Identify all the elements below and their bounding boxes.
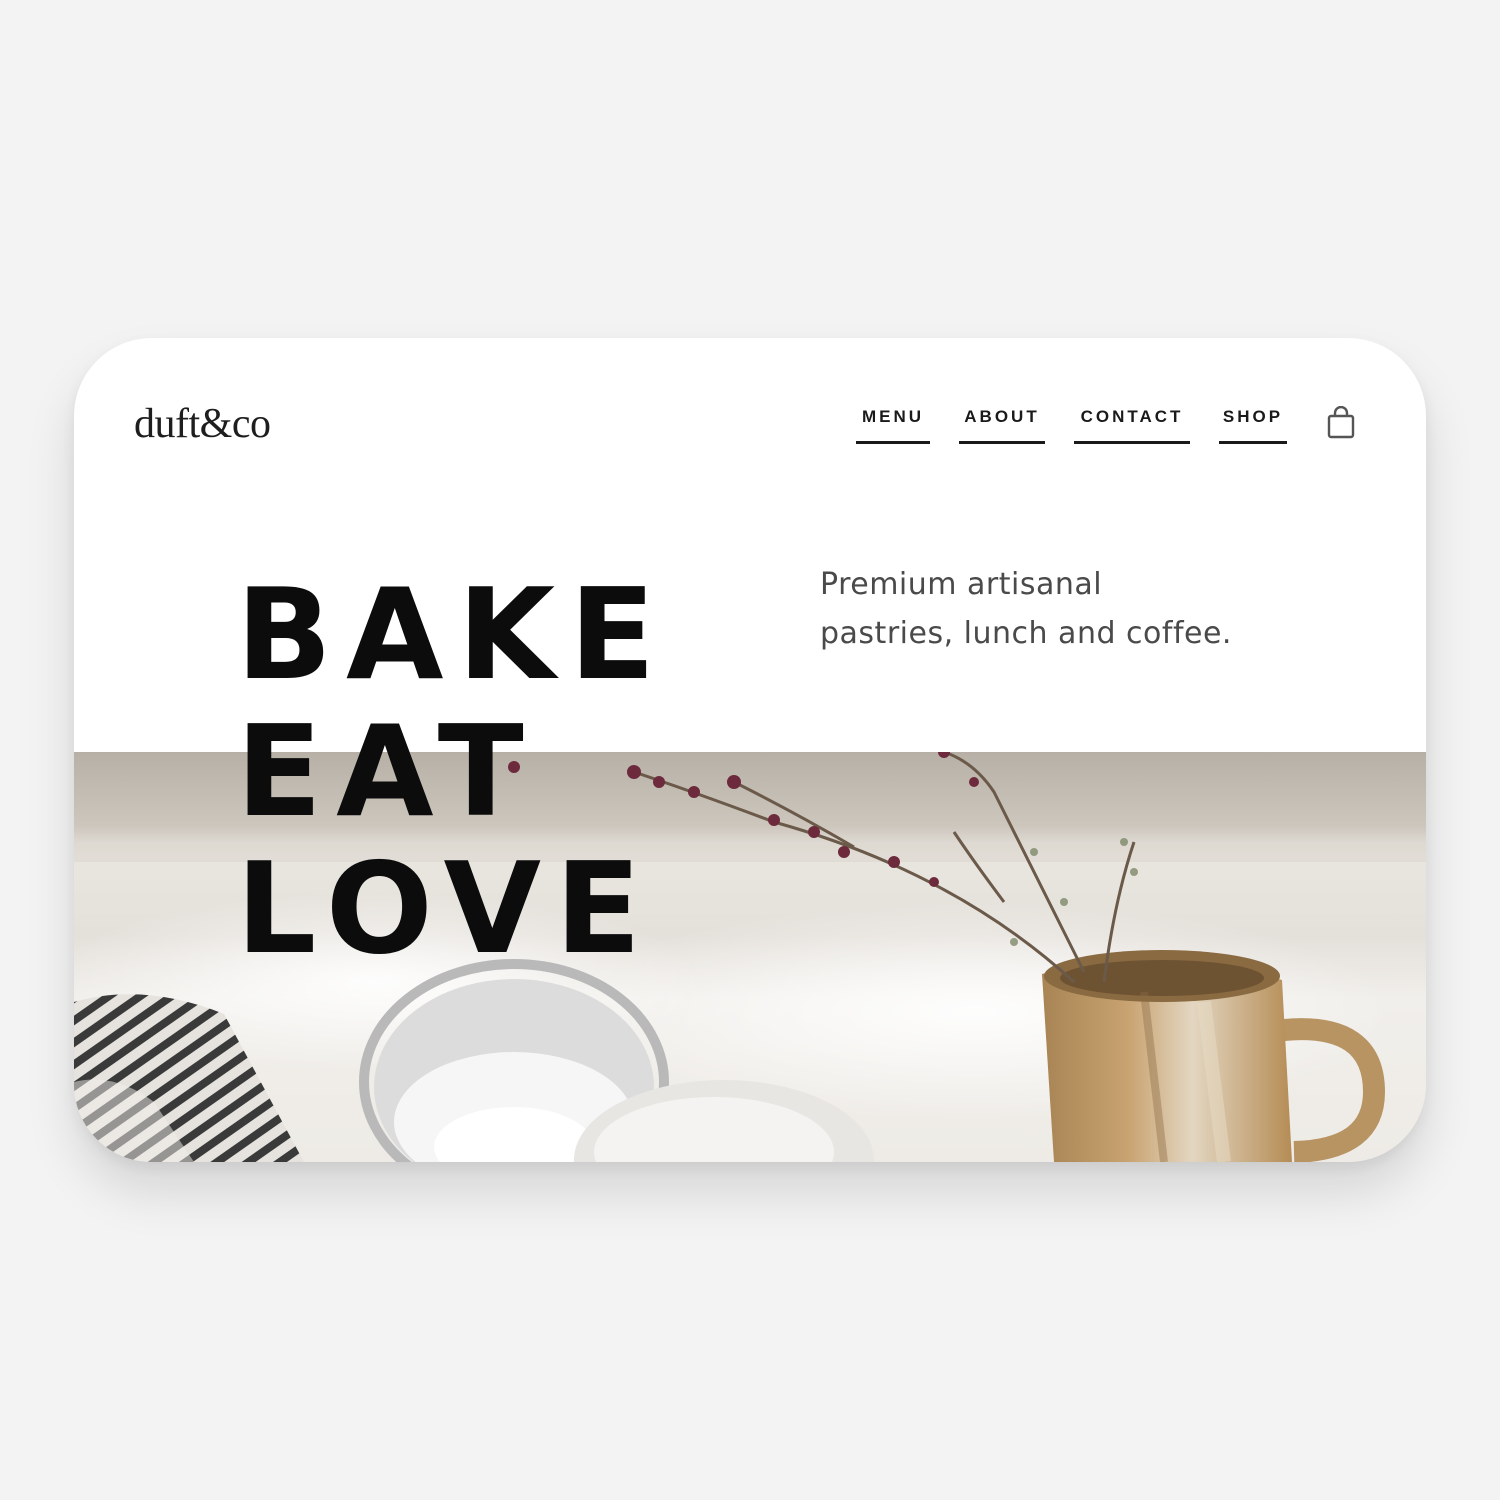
nav-link-contact[interactable]: CONTACT — [1074, 404, 1190, 444]
hero-tagline: Premium artisanal pastries, lunch and co… — [820, 560, 1340, 658]
nav-link-menu[interactable]: MENU — [856, 404, 930, 444]
tagline-line: Premium artisanal — [820, 567, 1103, 602]
headline-line-eat: EAT — [236, 698, 538, 845]
nav-link-shop[interactable]: SHOP — [1219, 404, 1287, 444]
main-nav: MENU ABOUT CONTACT SHOP — [74, 404, 1426, 454]
tagline-line: pastries, lunch and coffee. — [820, 616, 1232, 651]
hero-headline: BAKE EAT LOVE — [236, 566, 669, 977]
nav-link-about[interactable]: ABOUT — [959, 404, 1045, 444]
headline-line-bake: BAKE — [236, 561, 670, 708]
headline-line-love: LOVE — [236, 835, 656, 982]
shopping-bag-icon[interactable] — [1326, 406, 1356, 440]
website-preview-card: duft&co MENU ABOUT CONTACT SHOP BAKE EAT… — [74, 338, 1426, 1162]
